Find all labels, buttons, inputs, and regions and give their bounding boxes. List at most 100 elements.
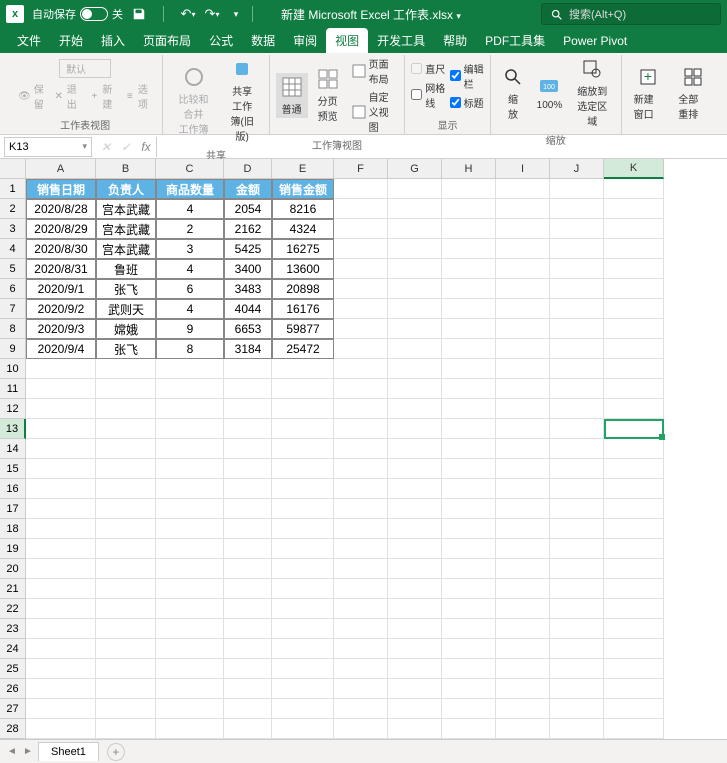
cell[interactable] [334, 459, 388, 479]
arrange-button[interactable]: 全部重排 [672, 63, 713, 123]
cell[interactable] [442, 199, 496, 219]
cell[interactable] [334, 339, 388, 359]
cell[interactable]: 武则天 [96, 299, 156, 319]
cell[interactable]: 张飞 [96, 279, 156, 299]
cell[interactable] [224, 699, 272, 719]
cell[interactable]: 3 [156, 239, 224, 259]
cell[interactable] [96, 459, 156, 479]
cell[interactable] [224, 639, 272, 659]
cell[interactable] [156, 559, 224, 579]
cell[interactable] [550, 219, 604, 239]
cell[interactable] [496, 559, 550, 579]
cell[interactable] [496, 319, 550, 339]
cell[interactable] [156, 639, 224, 659]
tab-插入[interactable]: 插入 [92, 28, 134, 53]
cell[interactable] [334, 519, 388, 539]
cell[interactable]: 59877 [272, 319, 334, 339]
tab-公式[interactable]: 公式 [200, 28, 242, 53]
row-header[interactable]: 20 [0, 559, 26, 579]
cell[interactable] [156, 399, 224, 419]
cell[interactable] [550, 259, 604, 279]
cell[interactable] [550, 339, 604, 359]
cell[interactable] [388, 679, 442, 699]
cell[interactable] [550, 199, 604, 219]
cell[interactable]: 6653 [224, 319, 272, 339]
cell[interactable] [224, 519, 272, 539]
cell[interactable] [550, 479, 604, 499]
cell[interactable] [442, 439, 496, 459]
cell[interactable] [156, 479, 224, 499]
cell[interactable]: 2020/9/2 [26, 299, 96, 319]
cell[interactable] [156, 379, 224, 399]
cell[interactable]: 4044 [224, 299, 272, 319]
cell[interactable] [272, 419, 334, 439]
row-header[interactable]: 18 [0, 519, 26, 539]
cell[interactable] [96, 679, 156, 699]
cell[interactable] [224, 679, 272, 699]
cell[interactable] [334, 659, 388, 679]
redo-icon[interactable]: ↷ ▾ [204, 6, 220, 22]
cell[interactable] [604, 179, 664, 199]
cell[interactable] [96, 379, 156, 399]
zoom100-button[interactable]: 100100% [533, 72, 566, 113]
cell[interactable] [334, 579, 388, 599]
cell-grid[interactable]: 销售日期负责人商品数量金额销售金额2020/8/28宫本武藏4205482162… [26, 179, 664, 739]
cell[interactable] [26, 579, 96, 599]
cell[interactable] [604, 459, 664, 479]
cell[interactable] [388, 539, 442, 559]
col-header[interactable]: K [604, 159, 664, 179]
cell[interactable] [496, 519, 550, 539]
cell[interactable] [442, 579, 496, 599]
column-headers[interactable]: ABCDEFGHIJK [26, 159, 664, 179]
cell[interactable] [388, 359, 442, 379]
cell[interactable] [604, 239, 664, 259]
cell[interactable] [96, 499, 156, 519]
cell[interactable] [442, 399, 496, 419]
cell[interactable] [26, 719, 96, 739]
cell[interactable] [26, 639, 96, 659]
cell[interactable] [334, 499, 388, 519]
cell[interactable] [224, 579, 272, 599]
cell[interactable] [224, 399, 272, 419]
cell[interactable] [442, 419, 496, 439]
cell[interactable] [334, 359, 388, 379]
cell[interactable] [442, 479, 496, 499]
cell[interactable] [224, 359, 272, 379]
cell[interactable] [96, 599, 156, 619]
normal-view-button[interactable]: 普通 [276, 73, 308, 118]
cell[interactable] [550, 439, 604, 459]
cell[interactable] [496, 259, 550, 279]
cell[interactable] [604, 339, 664, 359]
cell[interactable] [550, 519, 604, 539]
cell[interactable] [388, 419, 442, 439]
cell[interactable] [96, 539, 156, 559]
cell[interactable] [334, 439, 388, 459]
col-header[interactable]: I [496, 159, 550, 179]
autosave-toggle[interactable]: 自动保存 关 [32, 6, 123, 22]
cell[interactable] [224, 499, 272, 519]
row-header[interactable]: 2 [0, 199, 26, 219]
cell[interactable] [224, 619, 272, 639]
pagelayout-button[interactable]: 页面布局 [348, 55, 399, 87]
cell[interactable] [550, 579, 604, 599]
qat-dropdown-icon[interactable]: ▾ [228, 6, 244, 22]
select-all-corner[interactable] [0, 159, 26, 179]
cell[interactable] [388, 259, 442, 279]
cell[interactable] [550, 539, 604, 559]
cell[interactable] [442, 459, 496, 479]
cell[interactable] [604, 699, 664, 719]
cell[interactable] [442, 179, 496, 199]
cell[interactable]: 2162 [224, 219, 272, 239]
row-header[interactable]: 17 [0, 499, 26, 519]
cell[interactable] [604, 559, 664, 579]
cell[interactable] [604, 419, 664, 439]
cell[interactable] [334, 179, 388, 199]
cell[interactable] [604, 719, 664, 739]
cell[interactable] [334, 619, 388, 639]
cell[interactable] [550, 559, 604, 579]
cell[interactable] [604, 399, 664, 419]
row-header[interactable]: 4 [0, 239, 26, 259]
cell[interactable]: 鲁班 [96, 259, 156, 279]
cell[interactable]: 2020/8/28 [26, 199, 96, 219]
tab-开始[interactable]: 开始 [50, 28, 92, 53]
